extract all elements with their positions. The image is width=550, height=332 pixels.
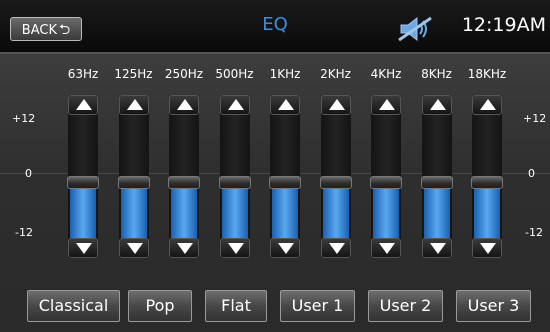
down-arrow-icon bbox=[328, 243, 345, 254]
slider-knob[interactable] bbox=[370, 175, 402, 189]
slider-knob[interactable] bbox=[471, 175, 503, 189]
decrease-button[interactable] bbox=[472, 238, 502, 258]
down-arrow-icon bbox=[429, 243, 446, 254]
decrease-button[interactable] bbox=[68, 238, 98, 258]
slider-level-fill bbox=[120, 185, 147, 238]
back-button[interactable]: BACK ⮌ bbox=[10, 17, 82, 41]
preset-bar: Classical Pop Flat User 1 User 2 User 3 bbox=[0, 290, 550, 324]
decrease-button[interactable] bbox=[219, 238, 250, 258]
band-label: 1KHz bbox=[269, 67, 301, 81]
band-label: 250Hz bbox=[164, 67, 204, 81]
down-arrow-icon bbox=[480, 243, 496, 254]
increase-button[interactable] bbox=[270, 95, 300, 115]
up-arrow-icon bbox=[227, 99, 244, 110]
slider-level-fill bbox=[272, 185, 298, 238]
down-arrow-icon bbox=[177, 243, 193, 254]
increase-button[interactable] bbox=[118, 95, 149, 115]
slider-level-fill bbox=[474, 185, 500, 238]
up-arrow-icon bbox=[328, 99, 345, 110]
band-slider[interactable] bbox=[471, 95, 503, 258]
clock: 12:19AM bbox=[461, 14, 546, 36]
scale-top-right: +12 bbox=[523, 112, 547, 125]
decrease-button[interactable] bbox=[371, 238, 401, 258]
header-bar: BACK ⮌ EQ 12:19AM bbox=[0, 0, 550, 54]
down-arrow-icon bbox=[379, 243, 395, 254]
scale-mid-left: 0 bbox=[25, 167, 32, 180]
band-label: 8KHz bbox=[421, 67, 452, 81]
scale-mid-right: 0 bbox=[528, 167, 535, 180]
preset-classical-button[interactable]: Classical bbox=[27, 290, 120, 322]
increase-button[interactable] bbox=[421, 95, 452, 115]
slider-knob[interactable] bbox=[218, 175, 251, 189]
slider-knob[interactable] bbox=[168, 175, 200, 189]
decrease-button[interactable] bbox=[421, 238, 452, 258]
slider-level-fill bbox=[373, 185, 399, 238]
increase-button[interactable] bbox=[472, 95, 502, 115]
mute-speaker-icon[interactable] bbox=[398, 16, 432, 42]
band-slider[interactable] bbox=[370, 95, 402, 258]
slider-knob[interactable] bbox=[420, 175, 453, 189]
increase-button[interactable] bbox=[320, 95, 351, 115]
band-slider[interactable] bbox=[218, 95, 251, 258]
preset-pop-button[interactable]: Pop bbox=[128, 290, 192, 322]
up-arrow-icon bbox=[429, 99, 446, 110]
up-arrow-icon bbox=[480, 99, 496, 110]
band-label: 4KHz bbox=[370, 67, 402, 81]
band-slider[interactable] bbox=[420, 95, 453, 258]
scale-bottom-right: -12 bbox=[525, 226, 543, 239]
decrease-button[interactable] bbox=[118, 238, 149, 258]
preset-user2-button[interactable]: User 2 bbox=[368, 290, 443, 322]
band-label: 2KHz bbox=[320, 67, 351, 81]
down-arrow-icon bbox=[76, 243, 92, 254]
band-slider[interactable] bbox=[319, 95, 352, 258]
band-slider[interactable] bbox=[168, 95, 200, 258]
slider-knob[interactable] bbox=[319, 175, 352, 189]
preset-flat-button[interactable]: Flat bbox=[205, 290, 267, 322]
increase-button[interactable] bbox=[371, 95, 401, 115]
band-label: 63Hz bbox=[67, 67, 99, 81]
preset-user1-button[interactable]: User 1 bbox=[280, 290, 355, 322]
up-arrow-icon bbox=[379, 99, 395, 110]
band-slider[interactable] bbox=[269, 95, 301, 258]
increase-button[interactable] bbox=[68, 95, 98, 115]
up-arrow-icon bbox=[126, 99, 143, 110]
up-arrow-icon bbox=[76, 99, 92, 110]
up-arrow-icon bbox=[278, 99, 294, 110]
band-slider[interactable] bbox=[67, 95, 99, 258]
slider-knob[interactable] bbox=[269, 175, 301, 189]
slider-level-fill bbox=[70, 185, 96, 238]
down-arrow-icon bbox=[227, 243, 244, 254]
page-title: EQ bbox=[262, 14, 288, 35]
increase-button[interactable] bbox=[169, 95, 199, 115]
down-arrow-icon bbox=[126, 243, 143, 254]
scale-top-left: +12 bbox=[12, 112, 36, 125]
preset-user3-button[interactable]: User 3 bbox=[456, 290, 531, 322]
decrease-button[interactable] bbox=[169, 238, 199, 258]
decrease-button[interactable] bbox=[270, 238, 300, 258]
band-label: 18KHz bbox=[467, 67, 507, 81]
band-label: 500Hz bbox=[215, 67, 254, 81]
band-slider[interactable] bbox=[117, 95, 150, 258]
slider-level-fill bbox=[423, 185, 450, 238]
increase-button[interactable] bbox=[219, 95, 250, 115]
decrease-button[interactable] bbox=[320, 238, 351, 258]
scale-bottom-left: -12 bbox=[15, 226, 33, 239]
slider-level-fill bbox=[322, 185, 349, 238]
slider-knob[interactable] bbox=[67, 175, 99, 189]
back-arrow-icon: ⮌ bbox=[58, 22, 71, 38]
band-label: 125Hz bbox=[114, 67, 153, 81]
down-arrow-icon bbox=[278, 243, 294, 254]
back-label: BACK bbox=[21, 23, 57, 38]
eq-screen: BACK ⮌ EQ 12:19AM +12 0 -12 +12 0 -12 63H… bbox=[0, 0, 550, 332]
slider-knob[interactable] bbox=[117, 175, 150, 189]
slider-level-fill bbox=[221, 185, 248, 238]
slider-level-fill bbox=[171, 185, 197, 238]
up-arrow-icon bbox=[177, 99, 193, 110]
